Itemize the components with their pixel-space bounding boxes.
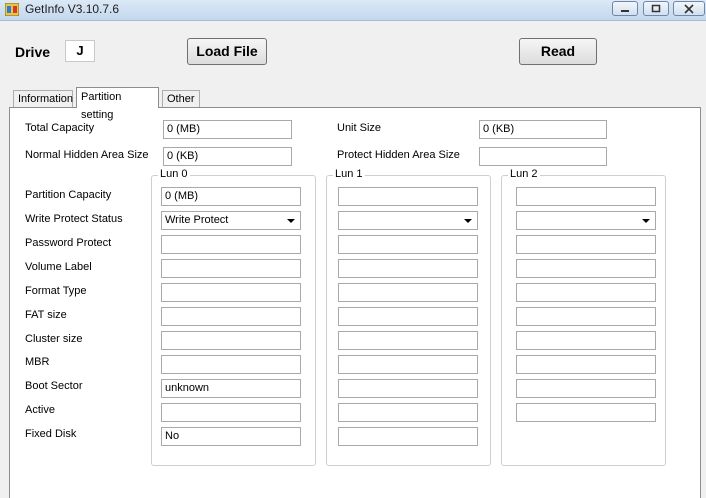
lun-0-fat-size[interactable] <box>161 307 301 326</box>
lun-2-format-type[interactable] <box>516 283 656 302</box>
row-label-fat-size: FAT size <box>25 309 67 321</box>
unit-size-field[interactable]: 0 (KB) <box>479 120 607 139</box>
row-label-mbr: MBR <box>25 356 50 368</box>
row-label-password-protect: Password Protect <box>25 237 112 249</box>
lun-1-partition-capacity[interactable] <box>338 187 478 206</box>
lun-0-title: Lun 0 <box>158 168 190 180</box>
lun-1-write-protect-select[interactable] <box>338 211 478 230</box>
minimize-icon <box>621 10 629 12</box>
row-label-fixed-disk: Fixed Disk <box>25 428 77 440</box>
window-title: GetInfo V3.10.7.6 <box>25 2 120 16</box>
close-icon <box>684 4 694 14</box>
lun-1-fixed-disk[interactable] <box>338 427 478 446</box>
protect-hidden-area-label: Protect Hidden Area Size <box>337 149 460 161</box>
lun-1-title: Lun 1 <box>333 168 365 180</box>
total-capacity-field[interactable]: 0 (MB) <box>163 120 292 139</box>
maximize-button[interactable] <box>643 1 669 16</box>
app-icon <box>5 3 19 16</box>
lun-0-volume-label[interactable] <box>161 259 301 278</box>
lun-1-volume-label[interactable] <box>338 259 478 278</box>
lun-0-cluster-size[interactable] <box>161 331 301 350</box>
lun-0-boot-sector[interactable]: unknown <box>161 379 301 398</box>
lun-0-write-protect-select[interactable]: Write Protect <box>161 211 301 230</box>
lun-1-fat-size[interactable] <box>338 307 478 326</box>
lun-2-mbr[interactable] <box>516 355 656 374</box>
drive-label: Drive <box>15 44 51 60</box>
lun-1-mbr[interactable] <box>338 355 478 374</box>
row-label-volume-label: Volume Label <box>25 261 92 273</box>
lun-1-cluster-size[interactable] <box>338 331 478 350</box>
lun-2-fat-size[interactable] <box>516 307 656 326</box>
chevron-down-icon <box>464 219 472 223</box>
lun-2-title: Lun 2 <box>508 168 540 180</box>
lun-1-active[interactable] <box>338 403 478 422</box>
row-label-boot-sector: Boot Sector <box>25 380 83 392</box>
chevron-down-icon <box>287 219 295 223</box>
row-label-active: Active <box>25 404 55 416</box>
row-label-write-protect-status: Write Protect Status <box>25 213 123 225</box>
normal-hidden-area-label: Normal Hidden Area Size <box>25 149 149 161</box>
lun-2-password-protect[interactable] <box>516 235 656 254</box>
row-label-format-type: Format Type <box>25 285 87 297</box>
lun-1-boot-sector[interactable] <box>338 379 478 398</box>
chevron-down-icon <box>642 219 650 223</box>
minimize-button[interactable] <box>612 1 638 16</box>
lun-2-write-protect-select[interactable] <box>516 211 656 230</box>
read-button[interactable]: Read <box>519 38 597 65</box>
normal-hidden-area-field[interactable]: 0 (KB) <box>163 147 292 166</box>
tab-other[interactable]: Other <box>162 90 200 107</box>
close-button[interactable] <box>673 1 705 16</box>
lun-2-boot-sector[interactable] <box>516 379 656 398</box>
lun-2-cluster-size[interactable] <box>516 331 656 350</box>
lun-0-password-protect[interactable] <box>161 235 301 254</box>
load-file-button[interactable]: Load File <box>187 38 267 65</box>
maximize-icon <box>651 4 661 13</box>
unit-size-label: Unit Size <box>337 122 382 134</box>
lun-0-mbr[interactable] <box>161 355 301 374</box>
lun-1-format-type[interactable] <box>338 283 478 302</box>
lun-2-partition-capacity[interactable] <box>516 187 656 206</box>
row-label-cluster-size: Cluster size <box>25 333 83 345</box>
lun-0-format-type[interactable] <box>161 283 301 302</box>
tab-information[interactable]: Information <box>13 90 73 107</box>
lun-2-active[interactable] <box>516 403 656 422</box>
lun-0-active[interactable] <box>161 403 301 422</box>
lun-0-write-protect-value: Write Protect <box>165 214 229 226</box>
row-label-partition-capacity: Partition Capacity <box>25 189 112 201</box>
lun-1-password-protect[interactable] <box>338 235 478 254</box>
lun-0-fixed-disk[interactable]: No <box>161 427 301 446</box>
lun-2-volume-label[interactable] <box>516 259 656 278</box>
lun-0-partition-capacity[interactable]: 0 (MB) <box>161 187 301 206</box>
title-bar: GetInfo V3.10.7.6 <box>0 0 706 21</box>
tab-partition-setting[interactable]: Partition setting <box>76 87 159 121</box>
protect-hidden-area-field[interactable] <box>479 147 607 166</box>
drive-field[interactable]: J <box>65 40 95 62</box>
